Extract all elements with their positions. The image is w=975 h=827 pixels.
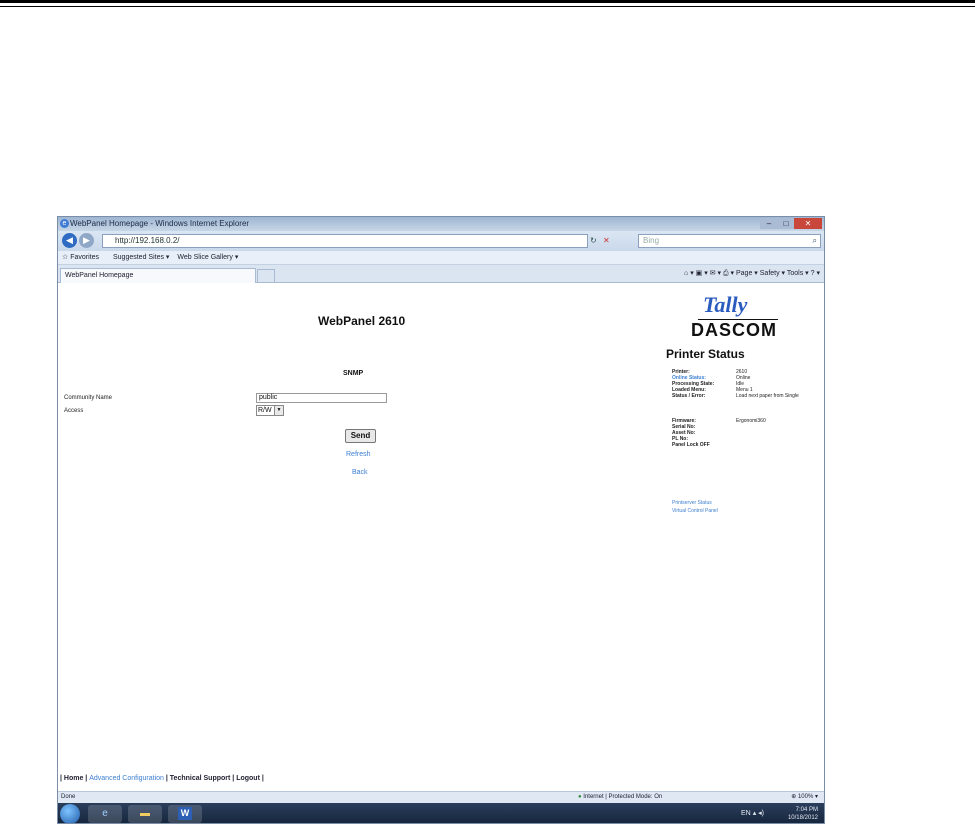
zoom-icon: ⊕ (791, 794, 797, 800)
community-name-input[interactable]: public (256, 393, 387, 403)
home-icon[interactable]: ⌂ ▾ (684, 270, 694, 277)
minimize-icon[interactable]: – (760, 218, 778, 229)
command-bar: ⌂ ▾ ▣ ▾ ✉ ▾ ⎙ ▾ Page ▾ Safety ▾ Tools ▾ … (684, 268, 820, 280)
maximize-icon[interactable]: □ (778, 218, 794, 229)
community-name-value: public (259, 394, 278, 401)
clock-time: 7:04 PM (795, 807, 818, 813)
address-controls: ↻ ✕ (590, 234, 638, 248)
status-row-error: Status / Error: Load next paper from Sin… (672, 393, 799, 399)
feeds-icon[interactable]: ▣ ▾ (696, 270, 708, 277)
document-header-rule-thin (0, 6, 975, 7)
community-name-label: Community Name (64, 395, 113, 401)
ie-logo-icon: e (60, 219, 69, 228)
window-controls: – □ ✕ (760, 218, 822, 229)
new-tab-button[interactable] (257, 269, 275, 283)
tab-bar: WebPanel Homepage ⌂ ▾ ▣ ▾ ✉ ▾ ⎙ ▾ Page ▾… (58, 265, 824, 283)
search-box[interactable]: Bing ⌕ (638, 234, 821, 248)
mail-icon[interactable]: ✉ ▾ (710, 270, 721, 277)
tab-title: WebPanel Homepage (65, 272, 134, 279)
logo-tally: Tally (703, 292, 748, 317)
windows-taskbar: e ▬ W EN ▴ ◂) 7:04 PM 10/18/2012 (58, 803, 824, 823)
virtual-control-panel-link[interactable]: Virtual Control Panel (672, 508, 718, 514)
send-button[interactable]: Send (345, 429, 376, 443)
footer-home-link[interactable]: | Home | (60, 775, 87, 782)
browser-window: e WebPanel Homepage - Windows Internet E… (57, 216, 825, 824)
close-icon[interactable]: ✕ (794, 218, 822, 229)
refresh-icon[interactable]: ↻ (590, 236, 599, 245)
footer-logout-link[interactable]: Logout | (236, 775, 264, 782)
web-slice-gallery-link[interactable]: Web Slice Gallery ▾ (177, 254, 238, 261)
security-zone[interactable]: ● Internet | Protected Mode: On (578, 792, 662, 803)
favorites-bar: ☆ Favorites Suggested Sites ▾ Web Slice … (58, 251, 824, 265)
window-title: WebPanel Homepage - Windows Internet Exp… (70, 219, 250, 228)
start-button[interactable] (60, 804, 80, 823)
taskbar-ie-icon[interactable]: e (88, 805, 122, 823)
access-value: R/W (258, 407, 272, 414)
printserver-status-link[interactable]: Printserver Status (672, 500, 712, 506)
footer-advanced-link[interactable]: Advanced Configuration (89, 775, 164, 782)
clock[interactable]: 7:04 PM 10/18/2012 (788, 806, 818, 822)
window-titlebar: e WebPanel Homepage - Windows Internet E… (58, 217, 824, 231)
access-select[interactable]: R/W ▼ (256, 405, 284, 416)
logo-dascom: DASCOM (691, 320, 777, 340)
taskbar-folder-icon[interactable]: ▬ (128, 805, 162, 823)
address-text: http://192.168.0.2/ (115, 236, 180, 245)
document-header-rule (0, 0, 975, 3)
dropdown-arrow-icon[interactable]: ▼ (274, 406, 283, 415)
status-row-panel-lock: Panel Lock OFF (672, 442, 710, 448)
zoom-control[interactable]: ⊕ 100% ▾ (791, 792, 818, 803)
printer-status-heading: Printer Status (666, 347, 745, 361)
printer-status-table: Printer: 2610 Online Status: Online Proc… (672, 369, 822, 448)
footer-nav: | Home | Advanced Configuration | Techni… (60, 775, 264, 782)
snmp-heading: SNMP (343, 370, 364, 377)
system-tray-icons[interactable]: EN ▴ ◂) (741, 809, 764, 817)
browser-status-bar: Done ● Internet | Protected Mode: On ⊕ 1… (58, 791, 824, 803)
footer-support-link[interactable]: | Technical Support | (166, 775, 234, 782)
tab-webpanel-homepage[interactable]: WebPanel Homepage (60, 268, 256, 283)
help-icon[interactable]: ? ▾ (811, 270, 820, 277)
stop-icon[interactable]: ✕ (603, 236, 612, 245)
web-page: WebPanel 2610 Tally DASCOM SNMP Communit… (58, 284, 824, 792)
favorites-button[interactable]: ☆ Favorites (62, 254, 105, 261)
command-menus[interactable]: Page ▾ Safety ▾ Tools ▾ (736, 270, 809, 277)
suggested-sites-link[interactable]: Suggested Sites ▾ (113, 254, 169, 261)
page-title: WebPanel 2610 (318, 314, 406, 328)
navigation-bar: ◀ ▶ http://192.168.0.2/ ↻ ✕ Bing ⌕ (58, 231, 824, 251)
status-text: Done (61, 794, 76, 800)
taskbar-word-icon[interactable]: W (168, 805, 202, 823)
globe-icon: ● (578, 794, 582, 800)
print-icon[interactable]: ⎙ ▾ (723, 270, 734, 277)
back-link[interactable]: Back (352, 469, 368, 476)
back-arrow-icon[interactable]: ◀ (62, 233, 77, 248)
forward-arrow-icon[interactable]: ▶ (79, 233, 94, 248)
search-placeholder: Bing (643, 236, 660, 245)
clock-date: 10/18/2012 (787, 815, 818, 821)
search-icon[interactable]: ⌕ (813, 235, 817, 247)
address-bar[interactable]: http://192.168.0.2/ (102, 234, 588, 248)
refresh-link[interactable]: Refresh (346, 451, 371, 458)
access-label: Access (64, 408, 84, 414)
